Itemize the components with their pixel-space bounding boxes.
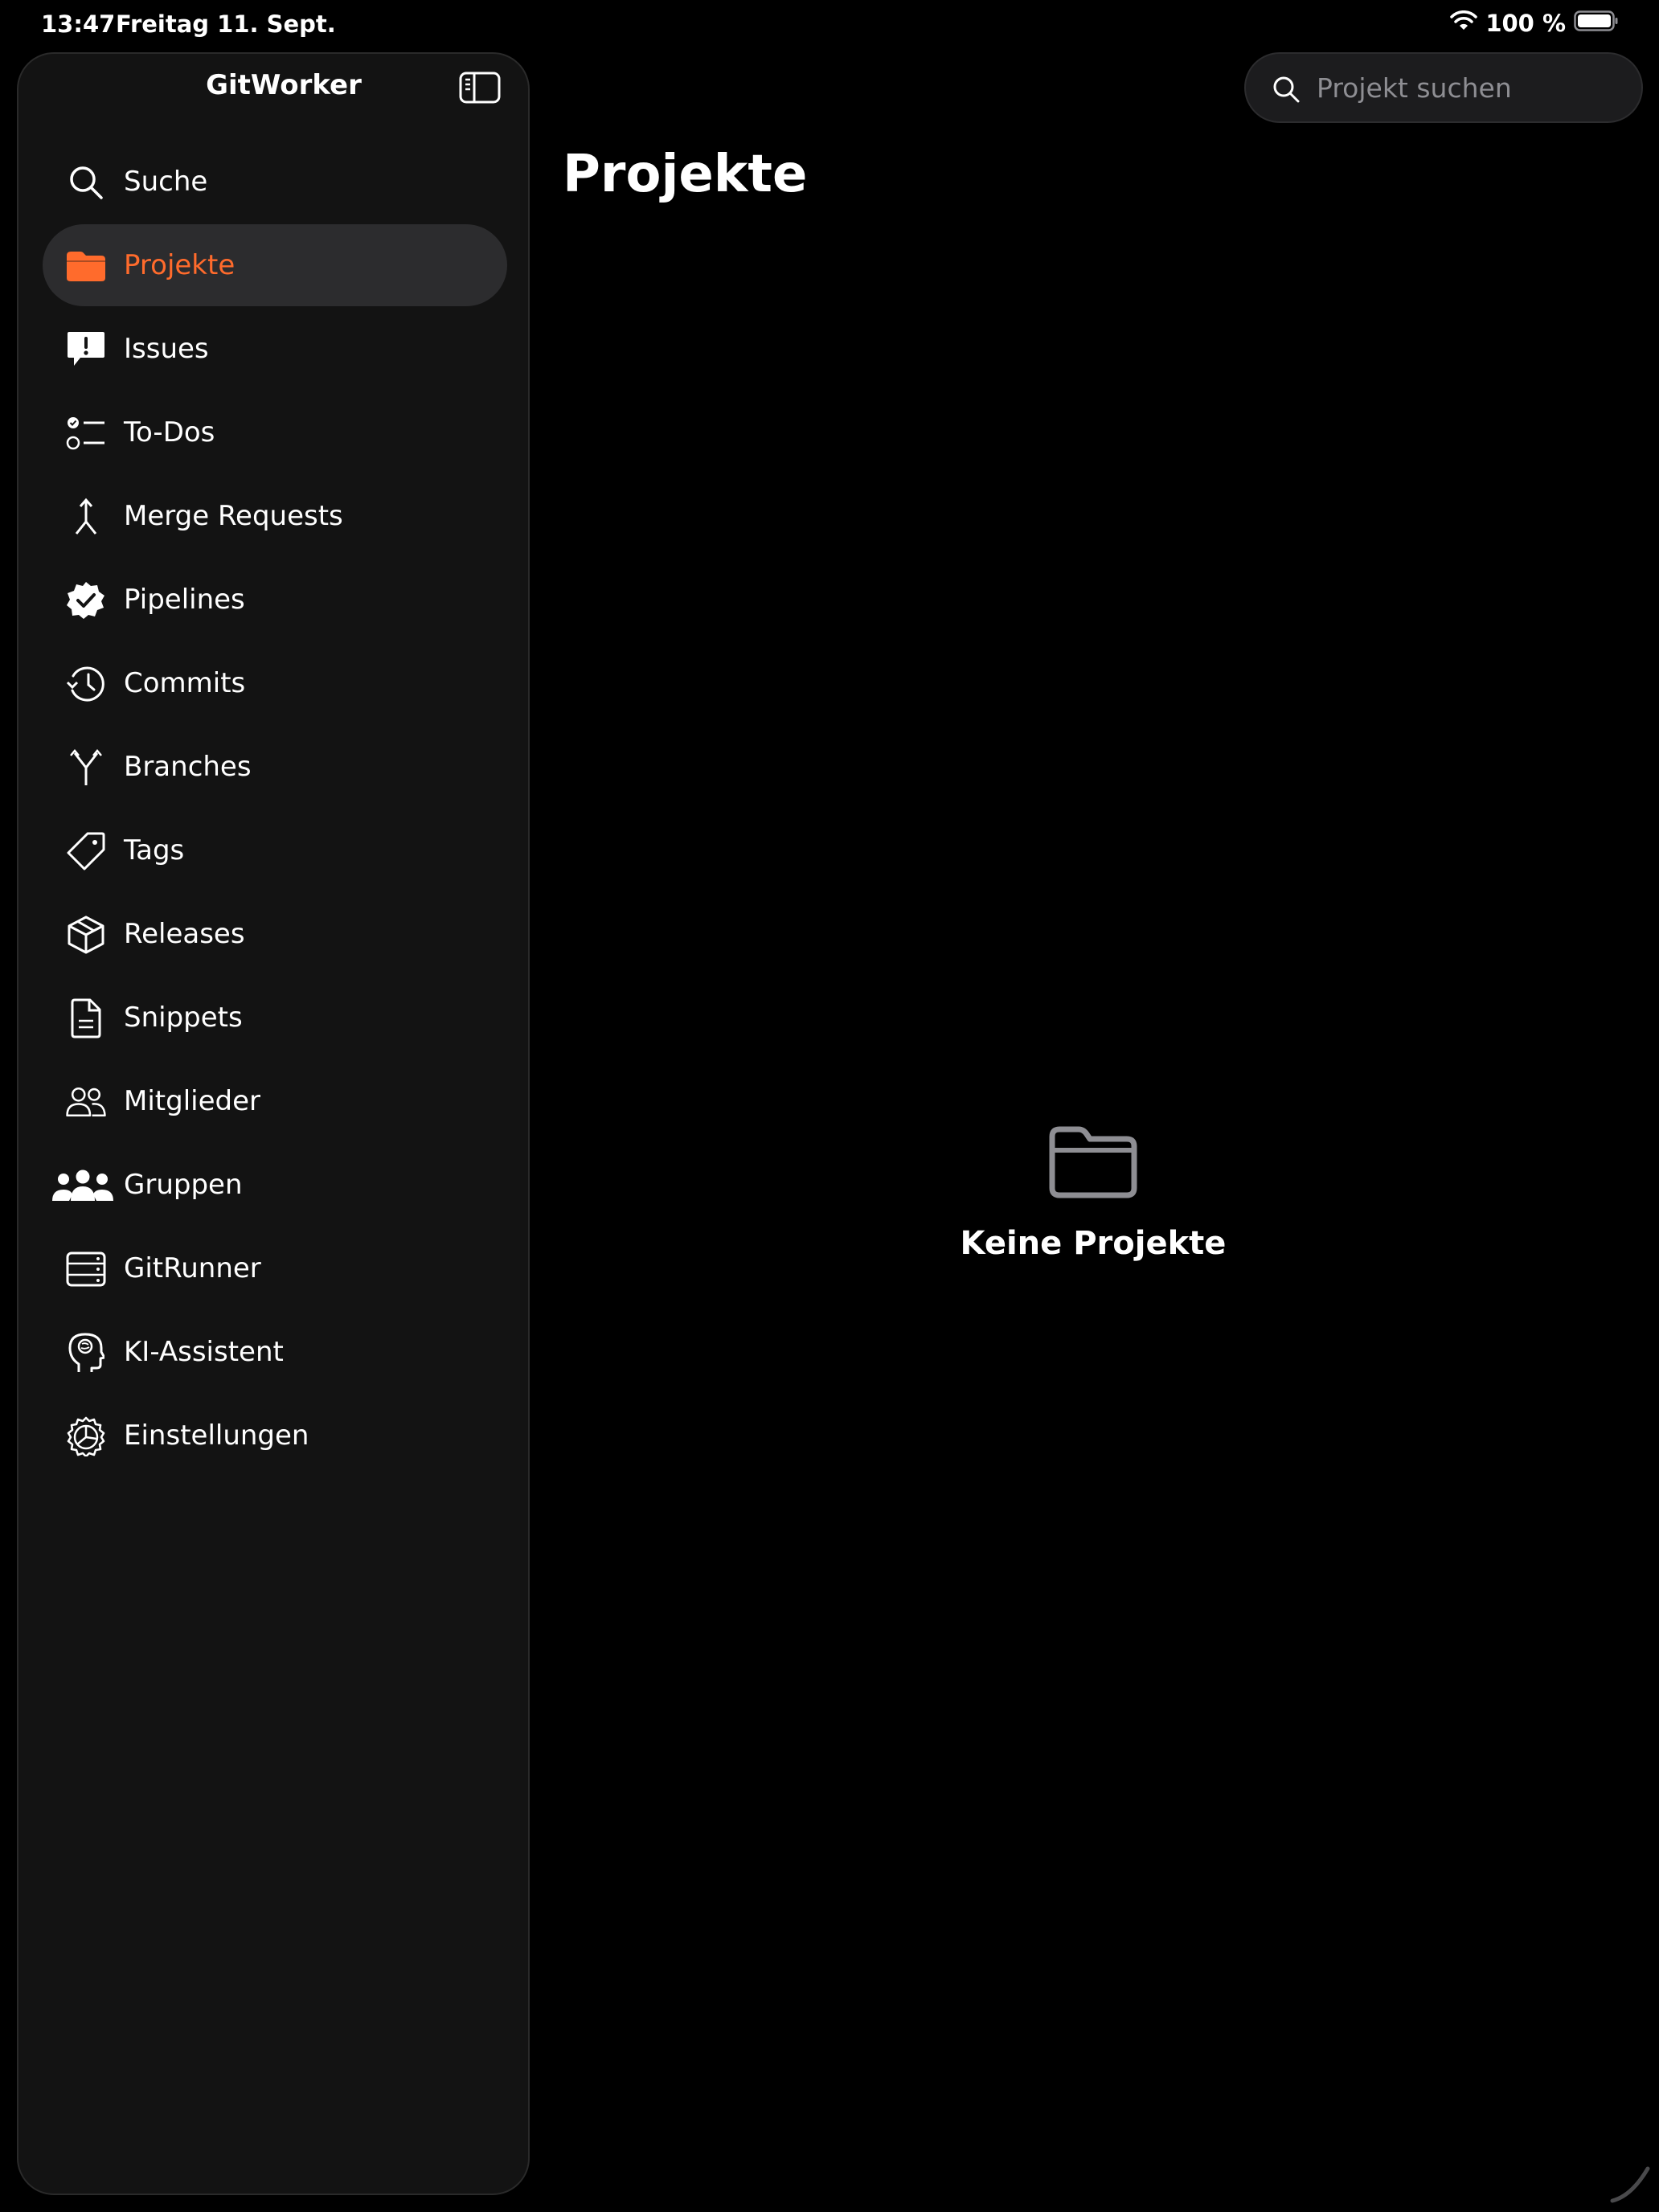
sidebar-item-suche[interactable]: Suche	[43, 141, 507, 223]
sidebar-item-label: Commits	[124, 667, 246, 699]
sidebar-item-label: Gruppen	[124, 1169, 243, 1201]
history-clock-icon	[65, 666, 107, 702]
three-people-icon	[49, 1168, 117, 1203]
sidebar-item-label: Branches	[124, 751, 252, 783]
battery-icon	[1574, 10, 1619, 37]
sidebar-item-snippets[interactable]: Snippets	[43, 977, 507, 1059]
branch-icon	[65, 749, 107, 785]
sidebar-item-label: Pipelines	[124, 584, 245, 616]
status-time: 13:47	[41, 10, 116, 38]
sidebar-item-einstellungen[interactable]: Einstellungen	[43, 1395, 507, 1477]
search-icon	[65, 165, 107, 200]
sidebar-item-label: Snippets	[124, 1002, 243, 1034]
gear-icon	[65, 1416, 107, 1456]
sidebar: GitWorker Suche Projekte Issues To-Dos M…	[17, 52, 530, 2195]
sidebar-item-label: Projekte	[124, 249, 236, 281]
wifi-icon	[1450, 10, 1478, 37]
sidebar-item-gruppen[interactable]: Gruppen	[43, 1144, 507, 1226]
sidebar-item-todos[interactable]: To-Dos	[43, 391, 507, 473]
sidebar-item-label: GitRunner	[124, 1252, 261, 1284]
issue-bubble-icon	[65, 332, 107, 367]
status-bar: 13:47 Freitag 11. Sept. 100 %	[0, 0, 1659, 51]
package-box-icon	[65, 916, 107, 954]
sidebar-item-releases[interactable]: Releases	[43, 893, 507, 975]
two-people-icon	[65, 1084, 107, 1120]
battery-percent: 100 %	[1485, 10, 1566, 37]
sidebar-toggle-button[interactable]	[459, 70, 501, 105]
sidebar-item-label: Issues	[124, 333, 209, 365]
search-input[interactable]	[1315, 54, 1628, 121]
tag-icon	[65, 832, 107, 870]
document-icon	[65, 998, 107, 1038]
empty-state: Keine Projekte	[884, 1125, 1302, 1262]
empty-folder-icon	[1049, 1126, 1137, 1198]
folder-icon	[65, 248, 107, 284]
sidebar-toggle-icon	[459, 72, 501, 104]
project-search-field[interactable]	[1244, 52, 1643, 123]
sidebar-item-pipelines[interactable]: Pipelines	[43, 559, 507, 641]
sidebar-item-label: To-Dos	[124, 416, 215, 449]
sidebar-item-gitrunner[interactable]: GitRunner	[43, 1227, 507, 1309]
sidebar-item-tags[interactable]: Tags	[43, 809, 507, 891]
sidebar-item-label: Mitglieder	[124, 1085, 260, 1117]
sidebar-item-merge-requests[interactable]: Merge Requests	[43, 475, 507, 557]
verified-badge-icon	[65, 582, 107, 619]
sidebar-item-label: Releases	[124, 918, 245, 950]
sidebar-item-commits[interactable]: Commits	[43, 642, 507, 724]
sidebar-item-label: Merge Requests	[124, 500, 343, 532]
sidebar-item-label: Suche	[124, 166, 208, 198]
status-indicators: 100 %	[1450, 10, 1619, 37]
sidebar-item-projekte[interactable]: Projekte	[43, 224, 507, 306]
search-icon	[1272, 75, 1301, 104]
merge-icon	[65, 498, 107, 535]
sidebar-item-label: Tags	[124, 834, 185, 866]
sidebar-item-branches[interactable]: Branches	[43, 726, 507, 808]
brain-head-icon	[65, 1333, 107, 1372]
server-rack-icon	[65, 1251, 107, 1287]
checklist-icon	[65, 416, 107, 451]
sidebar-item-mitglieder[interactable]: Mitglieder	[43, 1060, 507, 1142]
status-date: Freitag 11. Sept.	[116, 10, 336, 38]
sidebar-item-label: KI-Assistent	[124, 1336, 284, 1368]
page-title: Projekte	[563, 145, 808, 204]
sidebar-item-issues[interactable]: Issues	[43, 308, 507, 390]
sidebar-item-ki-assistent[interactable]: KI-Assistent	[43, 1311, 507, 1393]
resize-corner-icon	[1610, 2166, 1650, 2203]
empty-state-title: Keine Projekte	[960, 1225, 1227, 1262]
sidebar-item-label: Einstellungen	[124, 1419, 309, 1452]
